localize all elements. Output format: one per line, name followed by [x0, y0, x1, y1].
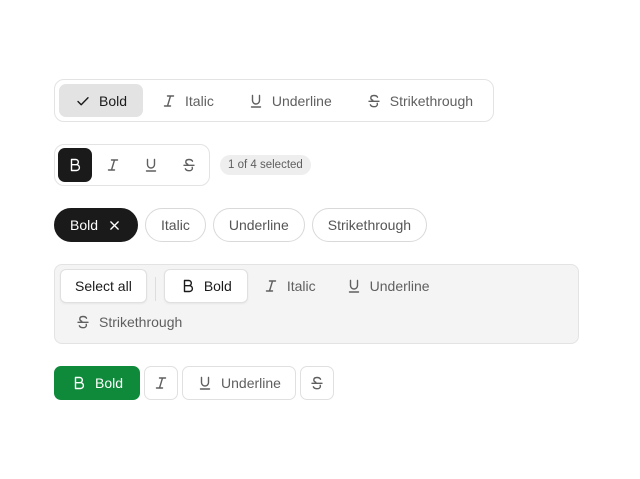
chip-label: Underline	[228, 217, 289, 233]
close-icon[interactable]	[106, 217, 122, 233]
toggle-label: Strikethrough	[389, 92, 474, 109]
toggle-label: Bold	[95, 375, 124, 391]
strikethrough-icon	[366, 93, 382, 109]
underline-icon	[248, 93, 264, 109]
bold-icon	[180, 278, 196, 294]
toggle-italic[interactable]	[96, 148, 130, 182]
select-all-label: Select all	[75, 278, 132, 294]
chip-underline[interactable]: Underline	[212, 208, 305, 242]
italic-icon	[161, 93, 177, 109]
toggle-bold[interactable]: Bold	[54, 366, 141, 400]
toggle-bold[interactable]	[58, 148, 92, 182]
format-chip-group: Bold Italic Underline Strikethrough	[54, 208, 428, 242]
chip-label: Bold	[70, 217, 99, 233]
toggle-strikethrough[interactable]	[172, 148, 206, 182]
chip-bold[interactable]: Bold	[54, 208, 139, 242]
italic-icon	[263, 278, 279, 294]
format-toolbar-with-select-all: Select all Bold Italic Underline Striket…	[54, 264, 579, 344]
format-toggle-group-icons: 1 of 4 selected	[54, 144, 311, 186]
format-button-group-separated: Bold Underline	[54, 366, 334, 400]
toggle-label: Italic	[286, 278, 316, 294]
italic-icon	[105, 157, 121, 173]
icon-toggle-group	[54, 144, 210, 186]
toggle-italic[interactable]: Italic	[248, 269, 331, 303]
chip-label: Italic	[161, 217, 190, 233]
toggle-label: Underline	[271, 92, 332, 109]
toggle-underline[interactable]: Underline	[182, 366, 296, 400]
toggle-bold[interactable]: Bold	[59, 84, 144, 117]
underline-icon	[143, 157, 159, 173]
toggle-label: Bold	[99, 92, 128, 109]
check-icon	[75, 93, 91, 109]
toggle-label: Underline	[369, 278, 430, 294]
toggle-label: Italic	[185, 92, 214, 109]
toggle-bold[interactable]: Bold	[163, 269, 248, 303]
toggle-label: Underline	[221, 375, 281, 391]
toggle-label: Strikethrough	[99, 314, 183, 330]
format-toggle-group-text: Bold Italic Underline Strikethrough	[54, 79, 495, 122]
strikethrough-icon	[75, 314, 91, 330]
toggle-underline[interactable]: Underline	[232, 84, 348, 117]
toggle-label: Bold	[203, 278, 232, 294]
toggle-strikethrough[interactable]: Strikethrough	[60, 305, 197, 339]
chip-label: Strikethrough	[327, 217, 412, 233]
toggle-underline[interactable]: Underline	[331, 269, 445, 303]
toggle-italic[interactable]: Italic	[145, 84, 230, 117]
selection-count-badge: 1 of 4 selected	[220, 155, 311, 175]
toggle-strikethrough[interactable]: Strikethrough	[350, 84, 489, 117]
bold-icon	[71, 375, 87, 391]
strikethrough-icon	[309, 375, 325, 391]
toggle-italic[interactable]	[144, 366, 179, 400]
underline-icon	[346, 278, 362, 294]
chip-strikethrough[interactable]: Strikethrough	[311, 208, 428, 242]
bold-icon	[67, 157, 83, 173]
toggle-strikethrough[interactable]	[299, 366, 334, 400]
chip-italic[interactable]: Italic	[145, 208, 206, 242]
underline-icon	[197, 375, 213, 391]
toggle-underline[interactable]	[134, 148, 168, 182]
italic-icon	[153, 375, 169, 391]
select-all-button[interactable]: Select all	[60, 269, 147, 303]
toolbar-divider	[154, 276, 156, 301]
strikethrough-icon	[181, 157, 197, 173]
